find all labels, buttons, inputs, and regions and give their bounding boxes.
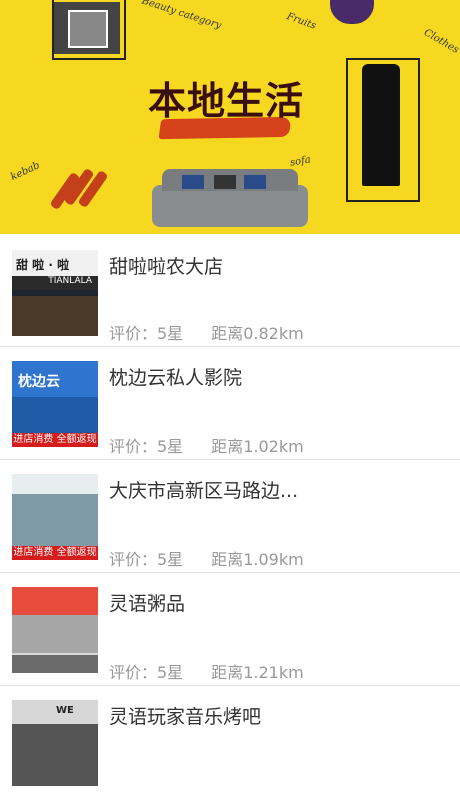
shopfront <box>12 494 98 546</box>
store-meta: 评价：5星 距离1.09km <box>109 546 304 570</box>
sofa-image <box>152 169 308 227</box>
store-sign <box>12 587 98 615</box>
list-item[interactable]: 枕边云 进店消费 全额返现 枕边云私人影院 评价：5星 距离1.02km <box>0 347 460 460</box>
store-rating: 评价：5星 <box>109 663 184 682</box>
store-thumbnail <box>12 587 98 673</box>
store-rating: 评价：5星 <box>109 550 184 569</box>
pillow <box>182 175 204 189</box>
street <box>12 655 98 673</box>
list-item[interactable]: 灵语粥品 评价：5星 距离1.21km <box>0 573 460 686</box>
store-name: 大庆市高新区马路边... <box>109 480 299 502</box>
store-distance: 距离1.21km <box>211 663 304 682</box>
list-item[interactable]: 进店消费 全额返现 大庆市高新区马路边... 评价：5星 距离1.09km <box>0 460 460 573</box>
banner-title: 本地生活 <box>148 79 305 123</box>
store-list: 甜 啦 · 啦 TIANLALA 甜啦啦农大店 评价：5星 距离0.82km 枕边… <box>0 234 460 798</box>
store-thumbnail: 进店消费 全额返现 <box>12 474 98 560</box>
store-meta: 评价：5星 距离0.82km <box>109 320 304 344</box>
store-rating: 评价：5星 <box>109 437 184 456</box>
store-meta: 评价：5星 距离1.21km <box>109 659 304 683</box>
store-rating: 评价：5星 <box>109 324 184 343</box>
sofa-label: sofa <box>289 154 312 169</box>
store-meta: 评价：5星 距离1.02km <box>109 433 304 457</box>
promo-banner-text: 进店消费 全额返现 <box>12 433 98 447</box>
berries-image <box>330 0 374 24</box>
beauty-category-label: Beauty category <box>140 0 223 32</box>
pillow <box>214 175 236 189</box>
promo-banner-text: 进店消费 全额返现 <box>12 546 98 560</box>
kebab-image <box>49 165 120 219</box>
store-thumbnail: 枕边云 进店消费 全额返现 <box>12 361 98 447</box>
store-sign: 甜 啦 · 啦 <box>12 250 98 276</box>
shopfront <box>12 296 98 336</box>
store-name: 灵语玩家音乐烤吧 <box>109 706 262 728</box>
store-thumbnail: WE <box>12 700 98 786</box>
promo-banner[interactable]: Beauty category Fruits Clothes 本地生活 sofa… <box>0 0 460 234</box>
store-distance: 距离1.09km <box>211 550 304 569</box>
gift-box-image <box>54 2 120 54</box>
store-sign: WE <box>12 700 98 724</box>
store-distance: 距离1.02km <box>211 437 304 456</box>
store-sign: 枕边云 <box>12 361 98 397</box>
store-name: 枕边云私人影院 <box>109 367 243 389</box>
fruits-label: Fruits <box>285 11 318 32</box>
store-distance: 距离0.82km <box>211 324 304 343</box>
shopfront <box>12 615 98 653</box>
kebab-label: kebab <box>9 160 42 183</box>
coat-image <box>362 64 400 186</box>
store-name: 灵语粥品 <box>109 593 186 615</box>
shopfront <box>12 724 98 786</box>
brand-text: TIANLALA <box>12 276 98 290</box>
store-name: 甜啦啦农大店 <box>109 256 224 278</box>
list-item[interactable]: 甜 啦 · 啦 TIANLALA 甜啦啦农大店 评价：5星 距离0.82km <box>0 234 460 347</box>
shopfront <box>12 397 98 433</box>
store-thumbnail: 甜 啦 · 啦 TIANLALA <box>12 250 98 336</box>
pillow <box>244 175 266 189</box>
store-sign <box>12 474 98 494</box>
clothes-label: Clothes <box>421 27 460 56</box>
list-item[interactable]: WE 灵语玩家音乐烤吧 <box>0 686 460 798</box>
